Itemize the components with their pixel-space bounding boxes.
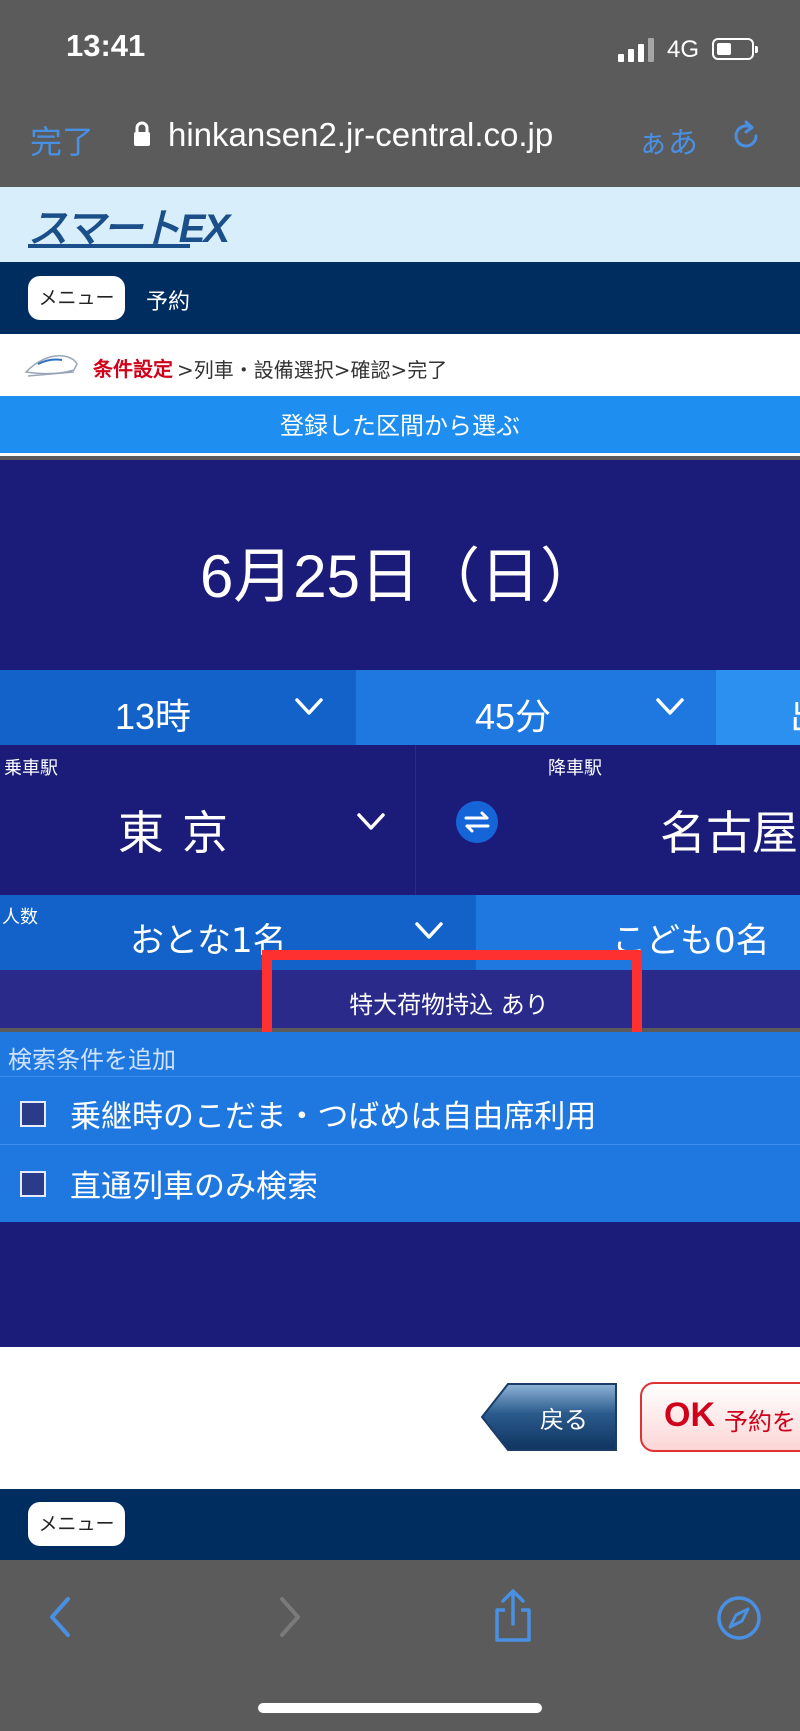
lock-icon: [134, 121, 150, 146]
departure-station-label: 乗車駅: [4, 758, 58, 779]
minute-value: 45分: [475, 696, 552, 737]
arrival-station-label: 降車駅: [548, 758, 602, 779]
compass-icon[interactable]: [716, 1595, 762, 1641]
arrival-station-select[interactable]: 名古屋: [660, 797, 798, 863]
options-header: 検索条件を追加: [8, 1046, 176, 1074]
network-type: 4G: [667, 36, 700, 63]
text-size-button[interactable]: ぁあ: [638, 118, 698, 162]
breadcrumb-current-step: 条件設定: [93, 357, 173, 381]
chevron-down-icon: [357, 813, 385, 830]
logo-underline: [28, 244, 190, 248]
signal-icon: [618, 38, 658, 62]
reload-icon[interactable]: [728, 118, 764, 154]
swap-stations-icon[interactable]: [456, 801, 498, 843]
departure-date[interactable]: 6月25日（日）: [0, 528, 800, 615]
status-time: 13:41: [66, 28, 146, 63]
ok-sub-label: 予約を: [724, 1408, 796, 1436]
option-label-kodama[interactable]: 乗継時のこだま・つばめは自由席利用: [70, 1091, 596, 1136]
page-title: 予約: [146, 290, 191, 315]
divider: [0, 1144, 800, 1145]
menu-button[interactable]: メニュー: [28, 1502, 125, 1546]
hour-value: 13時: [115, 696, 192, 737]
option-checkbox-kodama[interactable]: [20, 1101, 46, 1127]
panel-spacer: [0, 1222, 800, 1347]
departure-arrival-select[interactable]: [716, 670, 800, 745]
option-label-direct[interactable]: 直通列車のみ検索: [70, 1161, 318, 1206]
back-button-label: 戻る: [540, 1406, 588, 1434]
departure-station-select[interactable]: 東京: [118, 797, 246, 863]
divider: [0, 1076, 800, 1077]
station-divider: [415, 745, 416, 895]
people-label: 人数: [2, 907, 38, 928]
share-icon[interactable]: [490, 1588, 536, 1644]
url-text[interactable]: hinkansen2.jr-central.co.jp: [168, 116, 553, 154]
chevron-down-icon: [295, 698, 323, 715]
option-checkbox-direct[interactable]: [20, 1171, 46, 1197]
chevron-down-icon: [656, 698, 684, 715]
menu-button[interactable]: メニュー: [28, 276, 125, 320]
battery-icon: [712, 38, 758, 60]
done-button[interactable]: 完了: [30, 117, 94, 163]
breadcrumb-steps: >列車・設備選択>確認>完了: [177, 358, 448, 382]
back-arrow-icon[interactable]: [44, 1595, 76, 1639]
home-indicator: [258, 1703, 542, 1713]
chevron-down-icon: [415, 922, 443, 939]
departure-arrival-value: 出: [790, 688, 800, 740]
ok-label: OK: [664, 1396, 715, 1434]
forward-arrow-icon[interactable]: [274, 1595, 306, 1639]
shinkansen-icon: [24, 355, 78, 377]
registered-routes-button[interactable]: 登録した区間から選ぶ: [0, 396, 800, 456]
